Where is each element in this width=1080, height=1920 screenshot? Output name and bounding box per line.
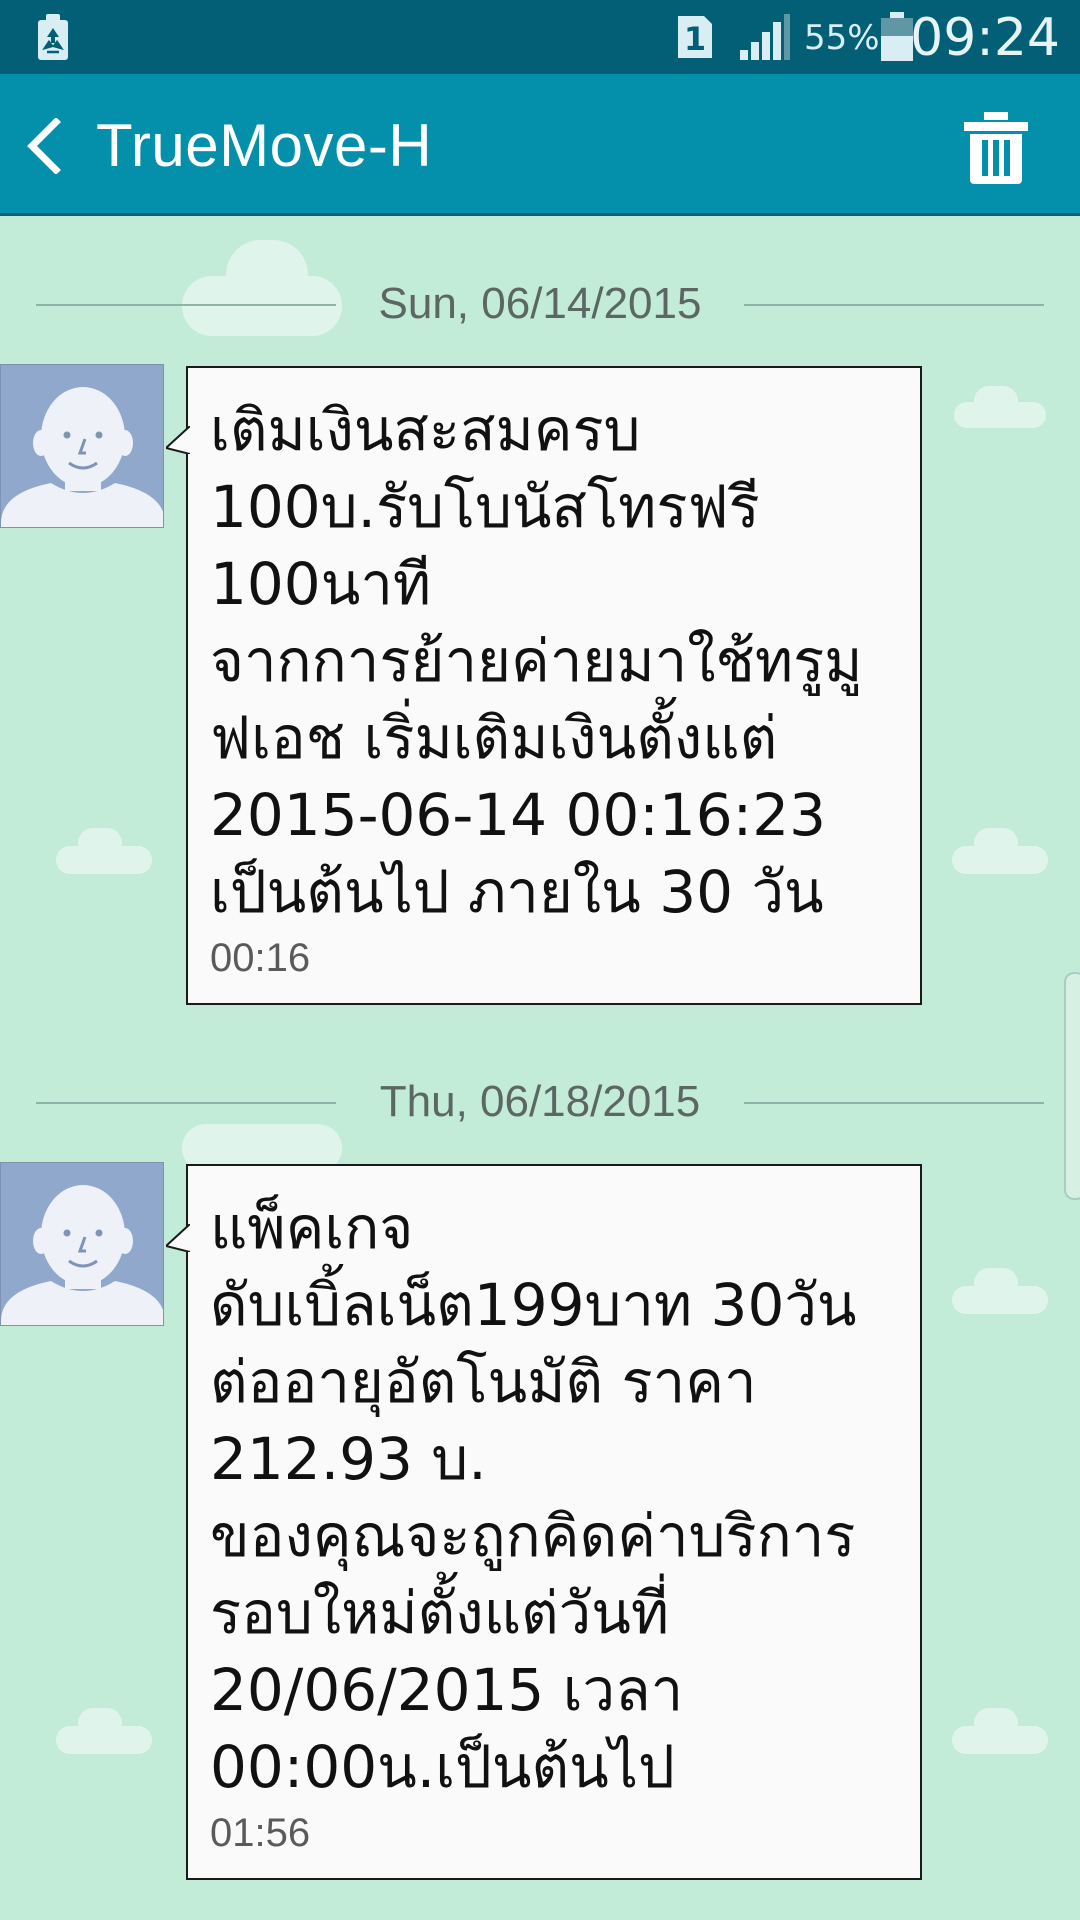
person-icon: [1, 387, 163, 527]
trash-icon[interactable]: [958, 110, 1034, 186]
status-bar: 1 55% 09:24: [0, 0, 1080, 74]
background-cloud: [974, 386, 1018, 416]
chevron-left-icon[interactable]: [24, 118, 64, 174]
battery-icon: [881, 12, 913, 61]
signal-icon: [740, 14, 790, 60]
message-bubble[interactable]: แพ็คเกจ ดับเบิ้ลเน็ต199บาท 30วัน ต่ออายุ…: [166, 1164, 922, 1880]
recycle-icon: [38, 14, 68, 60]
conversation-view[interactable]: Sun, 06/14/2015 เติมเงินสะสมครบ 100บ.รับ…: [0, 216, 1080, 1920]
sim-slot-label: 1: [684, 20, 706, 58]
date-separator: Sun, 06/14/2015: [36, 274, 1044, 334]
background-cloud: [974, 828, 1018, 858]
message-time: 00:16: [210, 936, 311, 980]
sim-icon: 1: [678, 16, 712, 58]
date-separator: Thu, 06/18/2015: [36, 1072, 1044, 1132]
divider-line: [744, 304, 1044, 306]
action-bar: TrueMove-H: [0, 74, 1080, 216]
bubble-tail: [166, 426, 190, 454]
drawer-handle[interactable]: [1064, 972, 1080, 1200]
contact-avatar[interactable]: [0, 364, 164, 528]
contact-avatar[interactable]: [0, 1162, 164, 1326]
status-clock: 09:24: [910, 8, 1060, 68]
background-cloud: [974, 1268, 1018, 1298]
conversation-title: TrueMove-H: [96, 112, 433, 179]
battery-percent: 55%: [804, 18, 880, 58]
background-cloud: [78, 1708, 122, 1738]
message-bubble[interactable]: เติมเงินสะสมครบ 100บ.รับโบนัสโทรฟรี 100น…: [166, 366, 922, 1005]
background-cloud: [974, 1708, 1018, 1738]
person-icon: [1, 1185, 163, 1325]
bubble-tail: [166, 1224, 190, 1252]
message-text: แพ็คเกจ ดับเบิ้ลเน็ต199บาท 30วัน ต่ออายุ…: [210, 1194, 857, 1801]
background-cloud: [78, 828, 122, 858]
message-time: 01:56: [210, 1811, 311, 1855]
divider-line: [744, 1102, 1044, 1104]
message-text: เติมเงินสะสมครบ 100บ.รับโบนัสโทรฟรี 100น…: [210, 396, 863, 926]
